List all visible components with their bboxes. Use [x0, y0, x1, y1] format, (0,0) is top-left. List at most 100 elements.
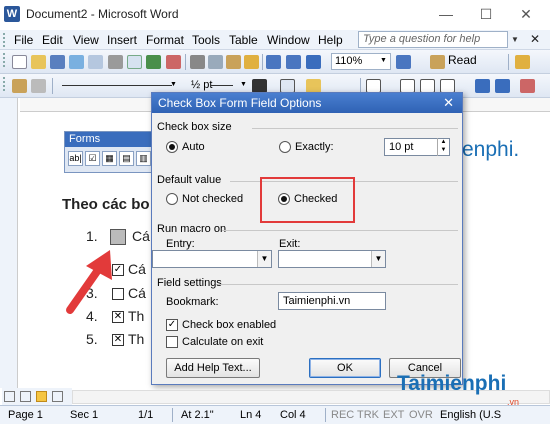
form-field-options-icon[interactable]: ▤ [119, 151, 134, 166]
add-help-text-button[interactable]: Add Help Text... [166, 358, 260, 378]
print-preview-icon[interactable] [127, 55, 142, 69]
menu-help[interactable]: Help [318, 33, 343, 47]
read-button[interactable]: Read [448, 53, 477, 67]
line-weight-select[interactable]: ½ pt [191, 79, 212, 91]
menu-view[interactable]: View [73, 33, 99, 47]
web-layout-view-icon[interactable] [20, 391, 31, 402]
annotation-arrow-icon [66, 250, 112, 314]
print-layout-view-icon[interactable] [36, 391, 47, 402]
document-close-button[interactable]: ✕ [527, 32, 543, 48]
ok-button[interactable]: OK [309, 358, 381, 378]
menu-bar: File Edit View Insert Format Tools Table… [0, 30, 550, 50]
toolbar-grip-icon[interactable] [3, 77, 7, 91]
insert-table-icon[interactable] [366, 79, 381, 93]
dropdown-form-field-icon[interactable]: ▦ [102, 151, 117, 166]
distribute-rows-icon[interactable] [475, 79, 490, 93]
chevron-down-icon[interactable]: ▼ [380, 57, 387, 64]
border-color-icon[interactable] [252, 79, 267, 93]
section-default-value: Default value [157, 174, 222, 186]
word-app-icon: W [4, 6, 20, 22]
chevron-down-icon[interactable]: ▼ [240, 81, 247, 88]
open-folder-icon[interactable] [31, 55, 46, 69]
draw-table-icon[interactable] [12, 79, 27, 93]
maximize-button[interactable]: ☐ [476, 5, 496, 23]
outline-view-icon[interactable] [52, 391, 63, 402]
status-trk[interactable]: TRK [357, 409, 379, 421]
calculate-on-exit-checkbox[interactable] [166, 336, 178, 348]
auto-radio[interactable] [166, 141, 178, 153]
spelling-icon[interactable] [146, 55, 161, 69]
text-form-field-icon[interactable]: ab| [68, 151, 83, 166]
not-checked-radio[interactable] [166, 193, 178, 205]
split-cells-icon[interactable] [420, 79, 435, 93]
section-checkbox-size: Check box size [157, 121, 232, 133]
status-separator [325, 408, 326, 422]
chevron-down-icon[interactable]: ▼ [371, 251, 385, 267]
form-checkbox-selected[interactable] [110, 229, 126, 245]
help-icon[interactable] [396, 55, 411, 69]
entry-macro-select[interactable]: ▼ [152, 250, 272, 268]
redo-icon[interactable] [286, 55, 301, 69]
dialog-close-button[interactable]: ✕ [443, 95, 454, 111]
bookmark-input[interactable]: Taimienphi.vn [278, 292, 386, 310]
hyperlink-icon[interactable] [306, 55, 321, 69]
new-document-icon[interactable] [12, 55, 27, 69]
status-ovr[interactable]: OVR [409, 409, 433, 421]
divider [222, 230, 458, 231]
status-rec[interactable]: REC [331, 409, 354, 421]
align-icon[interactable] [440, 79, 455, 93]
copy-icon[interactable] [208, 55, 223, 69]
forms-toolbar-title: Forms [65, 132, 153, 147]
chevron-down-icon[interactable]: ▼ [511, 35, 519, 44]
shading-color-icon[interactable] [306, 79, 321, 93]
checkbox-form-field-icon[interactable]: ☑ [85, 151, 100, 166]
paste-icon[interactable] [226, 55, 241, 69]
exit-macro-select[interactable]: ▼ [278, 250, 386, 268]
border-icon[interactable] [280, 79, 295, 93]
status-page-count: 1/1 [138, 409, 154, 421]
cut-icon[interactable] [190, 55, 205, 69]
email-icon[interactable] [88, 55, 103, 69]
distribute-columns-icon[interactable] [495, 79, 510, 93]
close-button[interactable]: ✕ [516, 5, 536, 23]
menu-tools[interactable]: Tools [192, 33, 220, 47]
draw-table-icon[interactable]: ▥ [136, 151, 151, 166]
toolbar-separator [508, 54, 509, 70]
eraser-icon[interactable] [31, 79, 46, 93]
toolbar-options-icon[interactable] [515, 55, 530, 69]
toolbar-grip-icon[interactable] [3, 53, 7, 67]
forms-toolbar[interactable]: Forms ab| ☑ ▦ ▤ ▥ [64, 131, 154, 173]
save-icon[interactable] [50, 55, 65, 69]
autoformat-icon[interactable] [520, 79, 535, 93]
minimize-button[interactable]: — [436, 5, 456, 23]
form-checkbox[interactable]: ✕ [112, 334, 124, 346]
help-search-input[interactable]: Type a question for help [358, 31, 508, 48]
chevron-down-icon[interactable]: ▼ [257, 251, 271, 267]
checkbox-options-dialog: Check Box Form Field Options ✕ Check box… [151, 92, 463, 385]
menu-insert[interactable]: Insert [107, 33, 137, 47]
toolbar-grip-icon[interactable] [3, 33, 7, 47]
standard-toolbar: 110% ▼ Read [0, 50, 550, 74]
merge-cells-icon[interactable] [400, 79, 415, 93]
size-spinner[interactable]: ▲ ▼ [437, 138, 449, 156]
permission-icon[interactable] [69, 55, 84, 69]
menu-table[interactable]: Table [229, 33, 258, 47]
print-icon[interactable] [108, 55, 123, 69]
line-style-select[interactable] [62, 85, 172, 86]
vertical-ruler[interactable] [0, 98, 18, 388]
menu-file[interactable]: File [14, 33, 33, 47]
brand-logo-suffix: .vn [507, 397, 520, 407]
status-ext[interactable]: EXT [383, 409, 404, 421]
read-icon[interactable] [430, 55, 445, 69]
exactly-radio[interactable] [279, 141, 291, 153]
undo-icon[interactable] [266, 55, 281, 69]
menu-edit[interactable]: Edit [42, 33, 63, 47]
normal-view-icon[interactable] [4, 391, 15, 402]
enabled-checkbox[interactable]: ✓ [166, 319, 178, 331]
menu-window[interactable]: Window [267, 33, 310, 47]
research-icon[interactable] [166, 55, 181, 69]
divider [252, 128, 458, 129]
format-painter-icon[interactable] [244, 55, 259, 69]
menu-format[interactable]: Format [146, 33, 184, 47]
chevron-down-icon[interactable]: ▼ [170, 81, 177, 88]
